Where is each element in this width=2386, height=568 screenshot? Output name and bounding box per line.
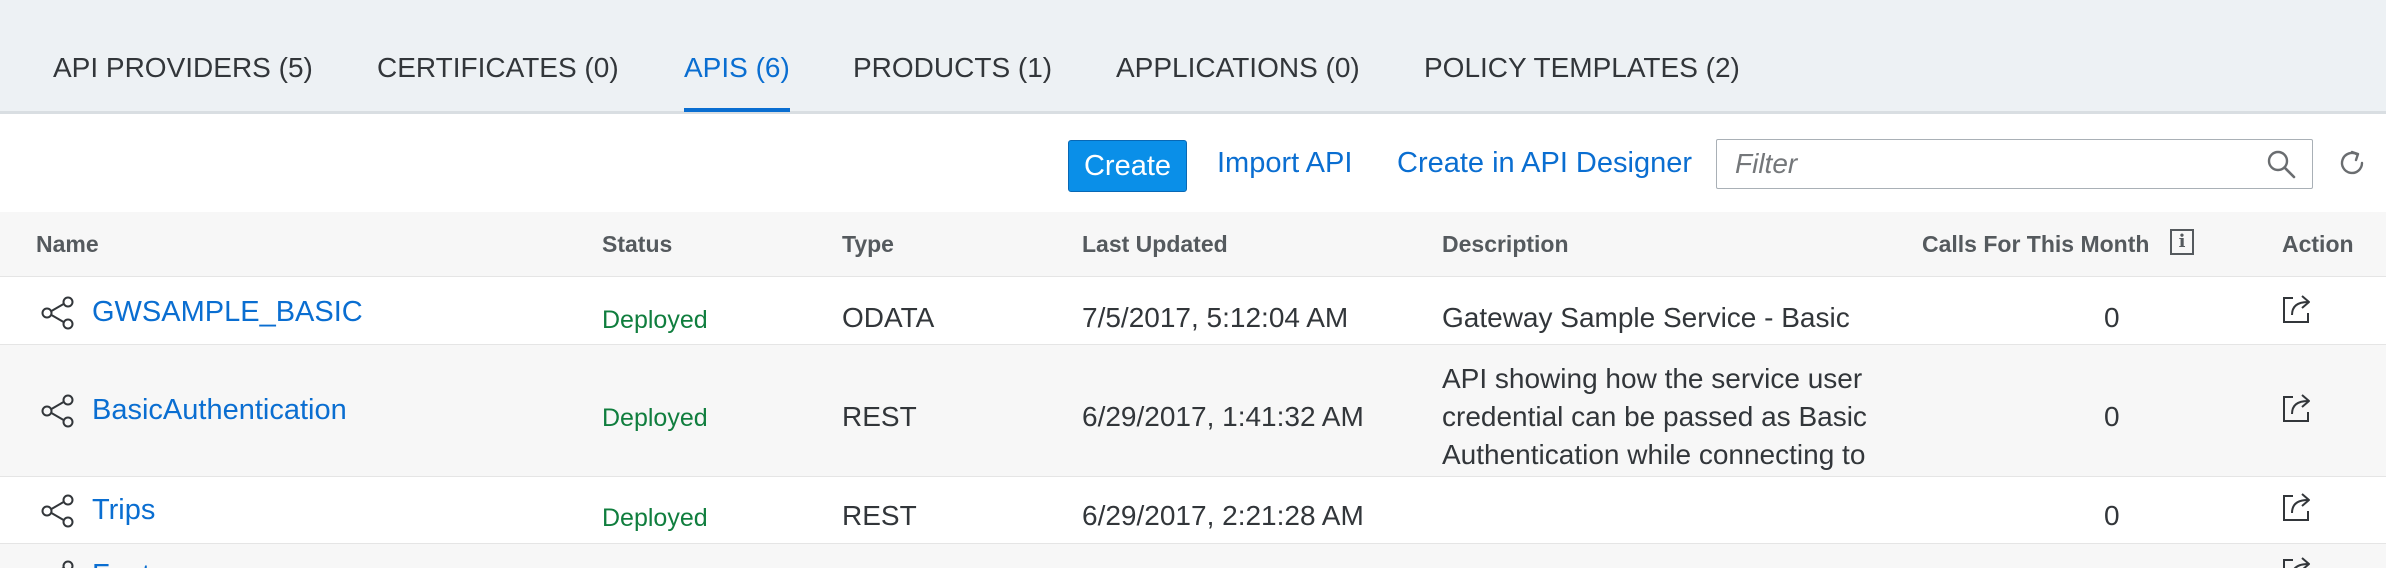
type-text: REST — [842, 401, 917, 432]
tab-apis[interactable]: APIS (6) — [684, 52, 790, 84]
status-text: Deployed — [602, 504, 708, 532]
column-header-status[interactable]: Status — [602, 231, 672, 258]
type-text: REST — [842, 500, 917, 531]
tab-policy-templates[interactable]: POLICY TEMPLATES (2) — [1424, 52, 1740, 84]
create-in-api-designer-button[interactable]: Create in API Designer — [1397, 147, 1692, 180]
api-name-link[interactable]: Fonts — [92, 559, 165, 568]
last-updated-text: 6/29/2017, 2:21:28 AM — [1082, 500, 1364, 531]
calls-count: 0 — [2104, 302, 2120, 333]
tab-applications[interactable]: APPLICATIONS (0) — [1116, 52, 1360, 84]
tab-products[interactable]: PRODUCTS (1) — [853, 52, 1052, 84]
import-api-button[interactable]: Import API — [1217, 147, 1352, 180]
info-icon[interactable]: i — [2170, 229, 2194, 255]
api-name-link[interactable]: Trips — [92, 494, 155, 527]
tab-api-providers[interactable]: API PROVIDERS (5) — [53, 52, 313, 84]
external-link-icon[interactable] — [2280, 554, 2314, 568]
share-icon — [41, 394, 74, 428]
external-link-icon[interactable] — [2280, 490, 2314, 524]
api-name-link[interactable]: GWSAMPLE_BASIC — [92, 296, 363, 329]
share-icon — [41, 296, 74, 330]
external-link-icon[interactable] — [2280, 391, 2314, 425]
tab-certificates[interactable]: CERTIFICATES (0) — [377, 52, 619, 84]
search-icon[interactable] — [2266, 149, 2296, 179]
last-updated-text: 6/29/2017, 1:41:32 AM — [1082, 401, 1364, 432]
table-row: Fonts — [0, 544, 2386, 568]
active-tab-indicator — [684, 108, 790, 112]
refresh-icon[interactable] — [2337, 148, 2367, 178]
column-header-last-updated[interactable]: Last Updated — [1082, 231, 1228, 258]
share-icon — [61, 560, 74, 568]
status-text: Deployed — [602, 306, 708, 334]
column-header-calls[interactable]: Calls For This Month — [1922, 231, 2149, 258]
filter-input[interactable] — [1717, 140, 2255, 188]
column-header-action: Action — [2282, 231, 2354, 257]
type-text: ODATA — [842, 302, 935, 333]
api-name-link[interactable]: BasicAuthentication — [92, 394, 347, 427]
create-button[interactable]: Create — [1068, 140, 1187, 192]
description-text: Gateway Sample Service - Basic — [1442, 302, 1850, 333]
share-icon — [41, 494, 74, 528]
calls-count: 0 — [2104, 500, 2120, 531]
external-link-icon[interactable] — [2280, 292, 2314, 326]
status-text: Deployed — [602, 404, 708, 432]
calls-count: 0 — [2104, 401, 2120, 432]
column-header-name[interactable]: Name — [36, 231, 99, 258]
description-text: API showing how the service user credent… — [1442, 363, 1867, 470]
filter-field[interactable] — [1716, 139, 2313, 189]
column-header-type[interactable]: Type — [842, 231, 894, 258]
last-updated-text: 7/5/2017, 5:12:04 AM — [1082, 302, 1349, 333]
column-header-description[interactable]: Description — [1442, 231, 1569, 258]
